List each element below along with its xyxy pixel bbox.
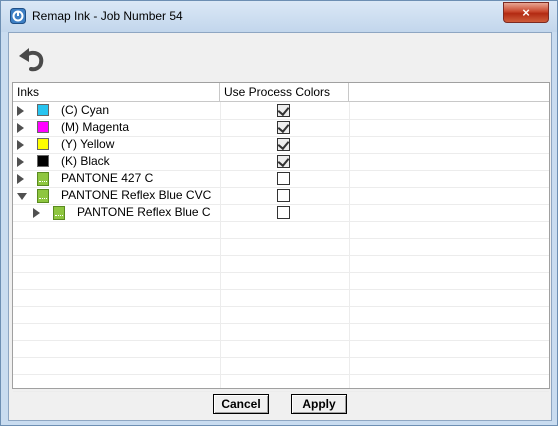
title-bar[interactable]: Remap Ink - Job Number 54 × xyxy=(1,1,557,32)
apply-button[interactable]: Apply xyxy=(291,394,347,414)
app-icon xyxy=(10,8,26,24)
expand-triangle-icon[interactable] xyxy=(17,106,24,116)
table-row[interactable]: (Y) Yellow xyxy=(13,136,549,153)
inks-table: Inks Use Process Colors (C) Cyan (M) Mage… xyxy=(12,82,550,392)
window-title: Remap Ink - Job Number 54 xyxy=(32,9,183,23)
process-color-swatch-icon xyxy=(37,138,49,150)
grid-line xyxy=(13,255,549,256)
table-row[interactable]: PANTONE Reflex Blue C xyxy=(13,204,549,221)
collapse-triangle-icon[interactable] xyxy=(17,193,27,200)
checkmark-icon xyxy=(277,154,290,168)
table-row[interactable]: PANTONE Reflex Blue CVC xyxy=(13,187,549,204)
table-row[interactable]: PANTONE 427 C xyxy=(13,170,549,187)
use-process-colors-checkbox[interactable] xyxy=(277,103,290,117)
table-row[interactable]: (K) Black xyxy=(13,153,549,170)
table-row[interactable]: (C) Cyan xyxy=(13,102,549,119)
use-process-colors-checkbox[interactable] xyxy=(277,206,290,219)
checkmark-icon xyxy=(277,137,290,151)
use-process-colors-checkbox[interactable] xyxy=(277,137,290,151)
close-icon: × xyxy=(522,5,530,20)
ink-name: (Y) Yellow xyxy=(61,137,115,151)
cancel-button[interactable]: Cancel xyxy=(213,394,269,414)
grid-line xyxy=(13,272,549,273)
grid-line xyxy=(13,238,549,239)
use-process-colors-checkbox[interactable] xyxy=(277,189,290,202)
use-process-colors-checkbox[interactable] xyxy=(277,172,290,185)
expand-triangle-icon[interactable] xyxy=(33,208,40,218)
toolbar xyxy=(9,33,551,81)
remap-ink-dialog: Remap Ink - Job Number 54 × Inks Use Pro… xyxy=(0,0,558,426)
spot-marker xyxy=(55,215,63,219)
use-process-colors-checkbox[interactable] xyxy=(277,154,290,168)
grid-line xyxy=(13,323,549,324)
close-button[interactable]: × xyxy=(503,2,549,23)
checkmark-icon xyxy=(277,103,290,117)
ink-name: PANTONE Reflex Blue C xyxy=(77,205,211,219)
use-process-colors-checkbox[interactable] xyxy=(277,120,290,134)
process-color-swatch-icon xyxy=(37,155,49,167)
grid-line xyxy=(13,374,549,375)
column-divider xyxy=(349,102,350,388)
process-color-swatch-icon xyxy=(37,104,49,116)
column-header-inks[interactable]: Inks xyxy=(13,83,220,101)
grid-line xyxy=(13,391,549,392)
spot-marker xyxy=(39,181,47,185)
grid-line xyxy=(13,340,549,341)
ink-name: (C) Cyan xyxy=(61,103,110,117)
column-divider xyxy=(220,102,221,388)
spot-color-swatch-icon xyxy=(37,189,49,203)
expand-triangle-icon[interactable] xyxy=(17,123,24,133)
ink-name: PANTONE Reflex Blue CVC xyxy=(61,188,212,202)
table-row[interactable]: (M) Magenta xyxy=(13,119,549,136)
expand-triangle-icon[interactable] xyxy=(17,140,24,150)
checkmark-icon xyxy=(277,120,290,134)
grid-line xyxy=(13,289,549,290)
ink-name: (K) Black xyxy=(61,154,110,168)
spot-color-swatch-icon xyxy=(37,172,49,186)
process-color-swatch-icon xyxy=(37,121,49,133)
grid-line xyxy=(13,306,549,307)
column-header-use-process-colors[interactable]: Use Process Colors xyxy=(220,83,349,101)
dialog-body: Inks Use Process Colors (C) Cyan (M) Mage… xyxy=(8,32,552,421)
expand-triangle-icon[interactable] xyxy=(17,157,24,167)
undo-arrow-icon[interactable] xyxy=(16,44,46,74)
spot-color-swatch-icon xyxy=(53,206,65,220)
ink-name: (M) Magenta xyxy=(61,120,130,134)
grid-line xyxy=(13,221,549,222)
ink-name: PANTONE 427 C xyxy=(61,171,154,185)
spot-marker xyxy=(39,198,47,202)
grid-line xyxy=(13,357,549,358)
expand-triangle-icon[interactable] xyxy=(17,174,24,184)
table-header: Inks Use Process Colors xyxy=(13,83,549,102)
